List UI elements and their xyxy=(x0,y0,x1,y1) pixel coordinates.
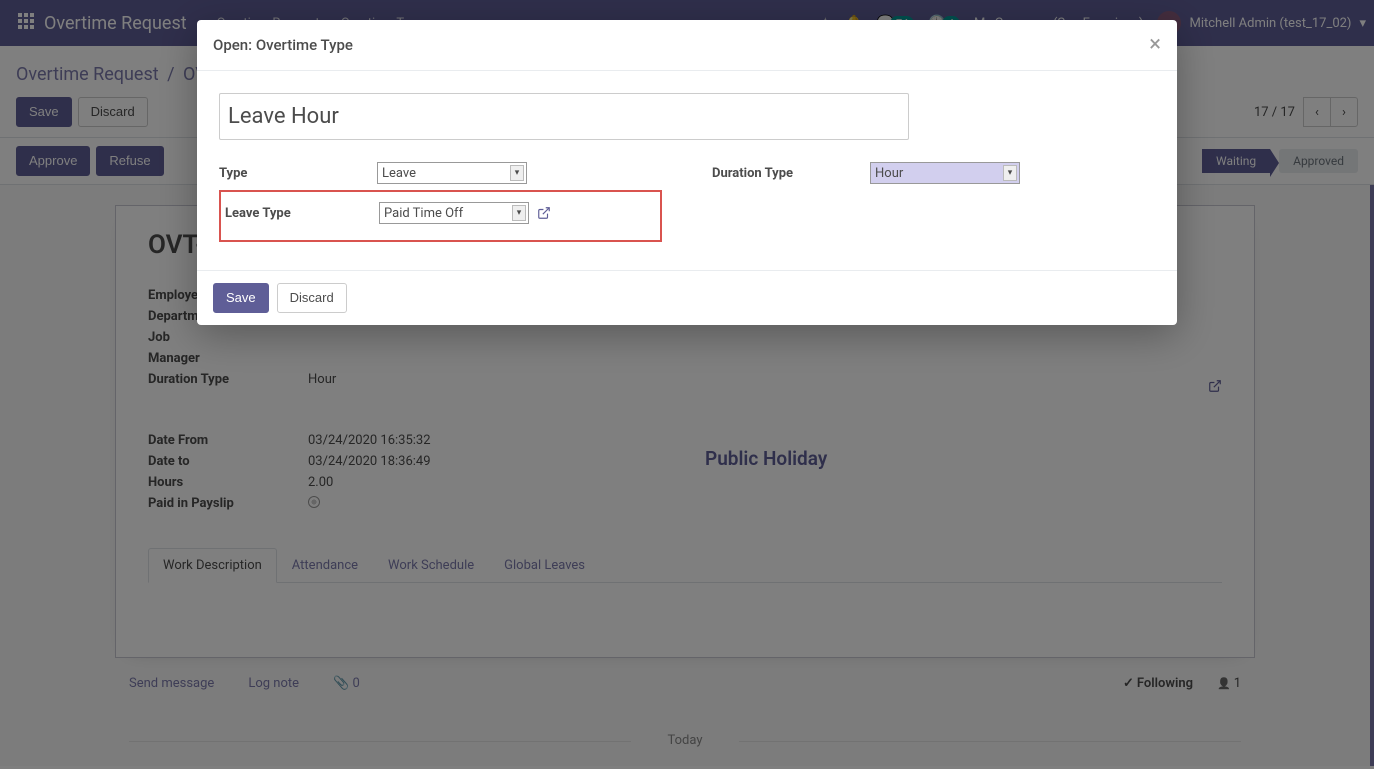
duration-type-select[interactable]: Hour ▾ xyxy=(870,162,1020,184)
label-leave-type: Leave Type xyxy=(221,206,379,221)
type-select[interactable]: Leave ▾ xyxy=(377,162,527,184)
modal-title: Open: Overtime Type xyxy=(213,36,353,54)
overtime-type-name-input[interactable] xyxy=(219,93,909,140)
highlight-leave-type: Leave Type Paid Time Off ▾ xyxy=(219,190,662,242)
leave-type-external-link-icon[interactable] xyxy=(537,205,551,221)
chevron-down-icon: ▾ xyxy=(510,165,524,181)
duration-type-value: Hour xyxy=(875,166,903,181)
modal-discard-button[interactable]: Discard xyxy=(277,283,347,313)
chevron-down-icon: ▾ xyxy=(512,205,526,221)
close-icon[interactable]: × xyxy=(1149,34,1161,56)
leave-type-value: Paid Time Off xyxy=(384,206,463,221)
label-type: Type xyxy=(219,166,377,181)
modal-overtime-type: Open: Overtime Type × Type Leave ▾ Leave… xyxy=(197,20,1177,325)
leave-type-select[interactable]: Paid Time Off ▾ xyxy=(379,202,529,224)
modal-save-button[interactable]: Save xyxy=(213,283,269,313)
type-value: Leave xyxy=(382,166,416,181)
chevron-down-icon: ▾ xyxy=(1003,165,1017,181)
label-duration-type: Duration Type xyxy=(712,166,870,181)
